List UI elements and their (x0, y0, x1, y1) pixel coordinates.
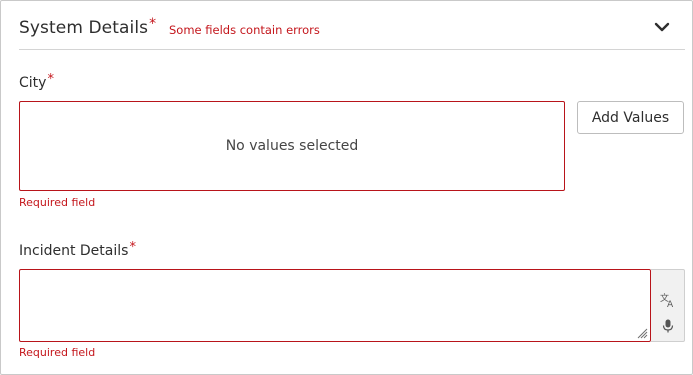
svg-text:A: A (667, 300, 674, 308)
city-values-box[interactable]: No values selected (19, 101, 565, 191)
incident-tools-bar: 文 A (651, 269, 685, 342)
resize-grip-icon[interactable] (636, 327, 648, 339)
city-error-text: Required field (19, 196, 96, 209)
city-required-marker: * (47, 72, 54, 87)
incident-details-label: Incident Details* (19, 240, 136, 259)
section-error-message: Some fields contain errors (169, 23, 320, 37)
chevron-down-icon[interactable] (652, 17, 672, 37)
incident-details-field[interactable] (19, 269, 651, 342)
system-details-panel: System Details* Some fields contain erro… (0, 0, 693, 375)
section-header[interactable]: System Details* Some fields contain erro… (19, 15, 685, 50)
required-marker: * (149, 16, 157, 32)
incident-details-textarea[interactable] (20, 270, 650, 341)
add-values-button[interactable]: Add Values (577, 101, 684, 134)
translate-icon[interactable]: 文 A (660, 292, 676, 308)
city-empty-text: No values selected (225, 138, 359, 154)
section-title: System Details* (19, 16, 157, 38)
city-label: City* (19, 72, 54, 91)
incident-error-text: Required field (19, 346, 96, 359)
section-title-text: System Details (19, 18, 149, 38)
incident-details-label-text: Incident Details (19, 243, 129, 259)
city-label-text: City (19, 75, 47, 91)
microphone-icon[interactable] (660, 318, 676, 334)
incident-required-marker: * (129, 240, 136, 255)
